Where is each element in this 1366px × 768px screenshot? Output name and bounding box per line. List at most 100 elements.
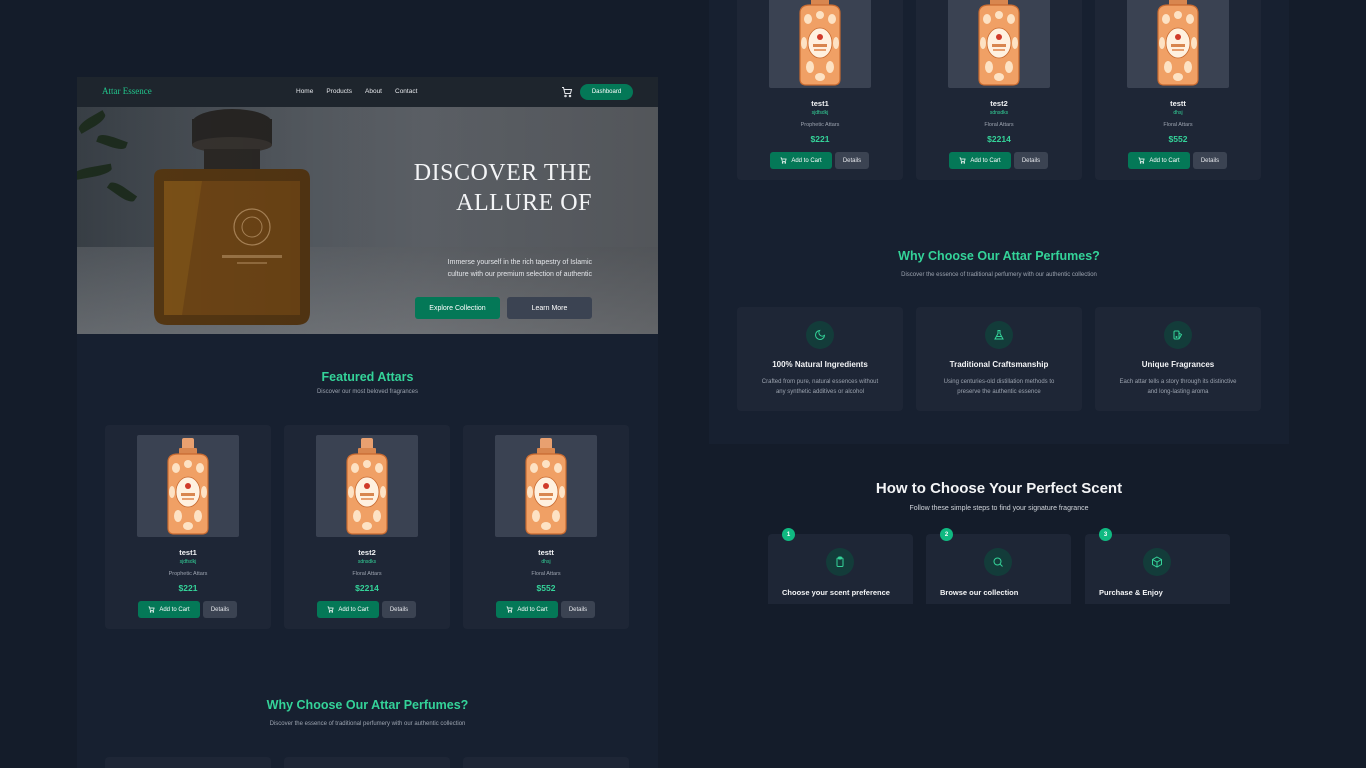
feature-card-craftsmanship: Traditional Craftsmanship Using centurie…: [916, 307, 1082, 411]
step-number: 1: [782, 528, 795, 541]
details-button[interactable]: Details: [1014, 152, 1048, 169]
product-image[interactable]: [495, 435, 597, 537]
feature-description: Each attar tells a story through its dis…: [1107, 377, 1249, 397]
cart-icon: [327, 606, 334, 613]
cart-icon: [780, 157, 787, 164]
add-to-cart-button[interactable]: Add to Cart: [770, 152, 832, 169]
nav-link-contact[interactable]: Contact: [395, 88, 417, 95]
cart-icon: [506, 606, 513, 613]
add-to-cart-label: Add to Cart: [970, 157, 1001, 164]
add-to-cart-label: Add to Cart: [517, 606, 548, 613]
details-button[interactable]: Details: [561, 601, 595, 618]
hero-description-line1: Immerse yourself in the rich tapestry of…: [447, 259, 592, 266]
details-button[interactable]: Details: [382, 601, 416, 618]
hero-description: Immerse yourself in the rich tapestry of…: [392, 257, 592, 281]
product-name: test1: [811, 99, 829, 108]
product-card[interactable]: test1 sjdfsdkj Prophetic Attars $221 Add…: [105, 425, 271, 629]
add-to-cart-label: Add to Cart: [791, 157, 822, 164]
product-category: Floral Attars: [531, 571, 561, 577]
product-name: testt: [1170, 99, 1186, 108]
nav-link-about[interactable]: About: [365, 88, 382, 95]
cart-icon: [148, 606, 155, 613]
why-section-title: Why Choose Our Attar Perfumes?: [266, 698, 469, 712]
hero-section: DISCOVER THE ALLURE OF Immerse yourself …: [77, 107, 658, 334]
hero-title-line2: ALLURE OF: [456, 190, 592, 216]
add-to-cart-button[interactable]: Add to Cart: [138, 601, 200, 618]
feature-description: Using centuries-old distillation methods…: [928, 377, 1070, 397]
navbar: Attar Essence Home Products About Contac…: [77, 77, 658, 107]
product-card[interactable]: test1 sjdfsdkj Prophetic Attars $221 Add…: [737, 0, 903, 180]
explore-collection-button[interactable]: Explore Collection: [415, 297, 500, 319]
product-name: test2: [990, 99, 1008, 108]
product-image[interactable]: [769, 0, 871, 88]
product-card[interactable]: testt dhsj Floral Attars $552 Add to Car…: [463, 425, 629, 629]
feature-description-line2: and long-lasting aroma: [1147, 389, 1209, 395]
feature-card-partial: [463, 757, 629, 768]
hero-description-line2: culture with our premium selection of au…: [447, 271, 592, 278]
feature-description-line1: Using centuries-old distillation methods…: [943, 379, 1055, 385]
feature-description-line1: Crafted from pure, natural essences with…: [761, 379, 879, 385]
nav-link-products[interactable]: Products: [326, 88, 352, 95]
step-card-2: 2 Browse our collection: [926, 528, 1071, 604]
details-button[interactable]: Details: [835, 152, 869, 169]
product-description: sjdfsdkj: [811, 110, 829, 116]
website-preview-left: Attar Essence Home Products About Contac…: [77, 77, 658, 768]
nav-link-home[interactable]: Home: [296, 88, 313, 95]
feature-description-line1: Each attar tells a story through its dis…: [1119, 379, 1237, 385]
product-description: sdnsdks: [357, 559, 377, 565]
product-price: $552: [1168, 134, 1188, 144]
feature-card-natural: 100% Natural Ingredients Crafted from pu…: [737, 307, 903, 411]
how-section-subtitle: Follow these simple steps to find your s…: [909, 505, 1089, 512]
feature-title: 100% Natural Ingredients: [772, 360, 868, 369]
product-image[interactable]: [948, 0, 1050, 88]
clipboard-icon: [826, 548, 854, 576]
step-card-3: 3 Purchase & Enjoy: [1085, 528, 1230, 604]
featured-section-subtitle: Discover our most beloved fragrances: [316, 389, 419, 395]
feature-card-unique: Unique Fragrances Each attar tells a sto…: [1095, 307, 1261, 411]
product-price: $2214: [987, 134, 1011, 144]
product-description: sjdfsdkj: [179, 559, 197, 565]
product-price: $2214: [355, 583, 379, 593]
moon-icon: [806, 321, 834, 349]
step-title: Purchase & Enjoy: [1099, 588, 1163, 597]
product-price: $221: [178, 583, 198, 593]
feature-description: Crafted from pure, natural essences with…: [749, 377, 891, 397]
why-section-subtitle: Discover the essence of traditional perf…: [269, 721, 466, 727]
feature-title: Traditional Craftsmanship: [949, 360, 1049, 369]
feature-title: Unique Fragrances: [1141, 360, 1215, 369]
details-button[interactable]: Details: [1193, 152, 1227, 169]
product-name: test2: [358, 548, 376, 557]
details-button[interactable]: Details: [203, 601, 237, 618]
step-number: 3: [1099, 528, 1112, 541]
why-section-subtitle: Discover the essence of traditional perf…: [901, 272, 1097, 278]
add-to-cart-button[interactable]: Add to Cart: [317, 601, 379, 618]
product-card[interactable]: test2 sdnsdks Floral Attars $2214 Add to…: [284, 425, 450, 629]
step-card-1: 1 Choose your scent preference: [768, 528, 913, 604]
add-to-cart-button[interactable]: Add to Cart: [496, 601, 558, 618]
why-section-title: Why Choose Our Attar Perfumes?: [898, 249, 1100, 263]
product-image[interactable]: [1127, 0, 1229, 88]
add-to-cart-label: Add to Cart: [1149, 157, 1180, 164]
product-description: dhsj: [541, 559, 551, 565]
product-card[interactable]: test2 sdnsdks Floral Attars $2214 Add to…: [916, 0, 1082, 180]
brand-logo[interactable]: Attar Essence: [102, 86, 152, 96]
product-image[interactable]: [137, 435, 239, 537]
product-category: Prophetic Attars: [168, 571, 208, 577]
dashboard-button[interactable]: Dashboard: [580, 84, 633, 100]
product-price: $221: [810, 134, 830, 144]
step-number: 2: [940, 528, 953, 541]
website-preview-right: test1 sjdfsdkj Prophetic Attars $221 Add…: [709, 0, 1289, 444]
hero-title: DISCOVER THE ALLURE OF: [332, 158, 592, 218]
product-category: Prophetic Attars: [800, 122, 840, 128]
add-to-cart-button[interactable]: Add to Cart: [949, 152, 1011, 169]
cart-icon[interactable]: [561, 86, 573, 98]
featured-section-title: Featured Attars: [321, 370, 414, 384]
product-price: $552: [536, 583, 556, 593]
feature-description-line2: any synthetic additives or alcohol: [775, 389, 865, 395]
add-to-cart-button[interactable]: Add to Cart: [1128, 152, 1190, 169]
learn-more-button[interactable]: Learn More: [507, 297, 592, 319]
product-image[interactable]: [316, 435, 418, 537]
feature-card-partial: [284, 757, 450, 768]
product-card[interactable]: testt dhsj Floral Attars $552 Add to Car…: [1095, 0, 1261, 180]
feature-card-partial: [105, 757, 271, 768]
